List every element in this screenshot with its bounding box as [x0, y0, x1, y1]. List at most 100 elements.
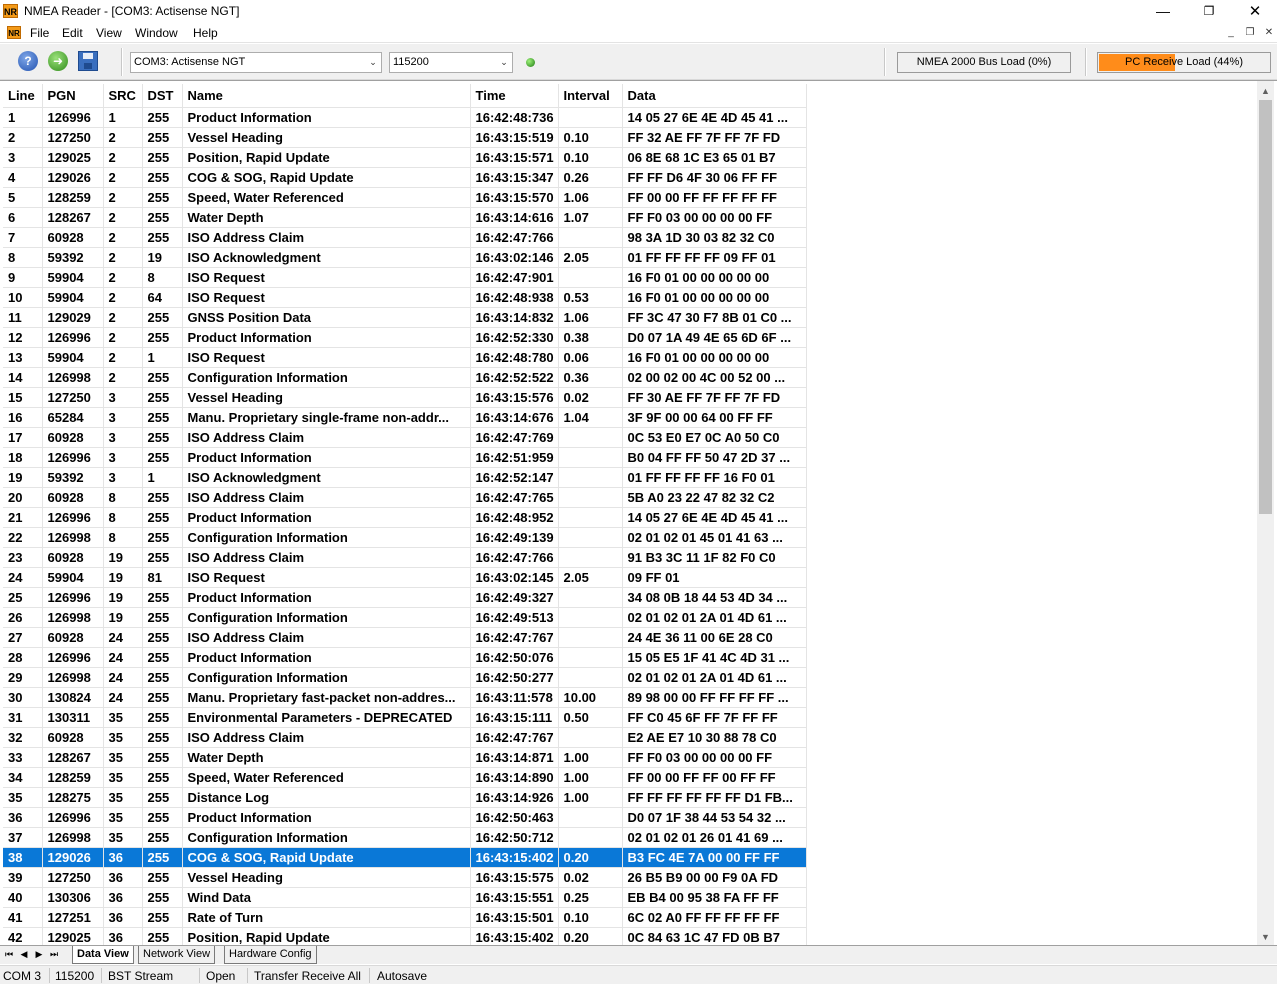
- table-row[interactable]: 6 128267 2 255 Water Depth 16:43:14:616 1.07 FF…: [3, 207, 807, 228]
- table-row[interactable]: 33 128267 35 255 Water Depth 16:43:14:871 1.00…: [3, 747, 807, 768]
- table-row[interactable]: 23 60928 19 255 ISO Address Claim 16:42:47:76…: [3, 547, 807, 568]
- table-row[interactable]: 25 126996 19 255 Product Information 16:42:49…: [3, 587, 807, 608]
- mdi-restore-button[interactable]: ❐: [1243, 26, 1257, 40]
- table-row[interactable]: 2 127250 2 255 Vessel Heading 16:43:15:519 0.1…: [3, 127, 807, 148]
- cell-pgn: 126996: [42, 647, 104, 668]
- table-row[interactable]: 14 126998 2 255 Configuration Information 16:…: [3, 367, 807, 388]
- chevron-down-icon[interactable]: ⌄: [496, 53, 512, 72]
- menu-edit[interactable]: Edit: [62, 26, 83, 40]
- cell-name: ISO Address Claim: [182, 547, 471, 568]
- next-tab-icon[interactable]: ▶: [33, 949, 45, 960]
- last-tab-icon[interactable]: ⏭: [48, 949, 60, 960]
- cell-name: Environmental Parameters - DEPRECATED: [182, 707, 471, 728]
- menu-help[interactable]: Help: [193, 26, 218, 40]
- table-row[interactable]: 9 59904 2 8 ISO Request 16:42:47:901 16 F0 01 …: [3, 267, 807, 288]
- column-header-pgn[interactable]: PGN: [42, 84, 104, 108]
- table-row[interactable]: 24 59904 19 81 ISO Request 16:43:02:145 2.05 09…: [3, 567, 807, 588]
- table-row[interactable]: 32 60928 35 255 ISO Address Claim 16:42:47:76…: [3, 727, 807, 748]
- cell-time: 16:43:15:402: [470, 927, 559, 948]
- table-row[interactable]: 17 60928 3 255 ISO Address Claim 16:42:47:769…: [3, 427, 807, 448]
- table-row[interactable]: 13 59904 2 1 ISO Request 16:42:48:780 0.06 16 F…: [3, 347, 807, 368]
- cell-interval: 1.04: [558, 407, 623, 428]
- column-header-name[interactable]: Name: [182, 84, 471, 108]
- cell-line: 19: [3, 467, 43, 488]
- cell-interval: 0.10: [558, 147, 623, 168]
- table-row[interactable]: 40 130306 36 255 Wind Data 16:43:15:551 0.25 EB…: [3, 887, 807, 908]
- cell-pgn: 126996: [42, 807, 104, 828]
- table-row[interactable]: 5 128259 2 255 Speed, Water Referenced 16:43:…: [3, 187, 807, 208]
- close-button[interactable]: ✕: [1232, 0, 1277, 23]
- table-row[interactable]: 41 127251 36 255 Rate of Turn 16:43:15:501 0.1…: [3, 907, 807, 928]
- cell-interval: 0.38: [558, 327, 623, 348]
- cell-src: 3: [103, 407, 143, 428]
- menu-view[interactable]: View: [96, 26, 122, 40]
- column-header-line[interactable]: Line: [3, 84, 43, 108]
- document-icon[interactable]: NR: [7, 26, 21, 39]
- chevron-down-icon[interactable]: ⌄: [365, 53, 381, 72]
- table-row[interactable]: 38 129026 36 255 COG & SOG, Rapid Update 16:4…: [3, 847, 807, 868]
- table-row[interactable]: 15 127250 3 255 Vessel Heading 16:43:15:576 0.…: [3, 387, 807, 408]
- table-row[interactable]: 8 59392 2 19 ISO Acknowledgment 16:43:02:146 2…: [3, 247, 807, 268]
- column-header-dst[interactable]: DST: [142, 84, 183, 108]
- scroll-up-icon[interactable]: ▲: [1257, 83, 1274, 100]
- table-row[interactable]: 37 126998 35 255 Configuration Information 16…: [3, 827, 807, 848]
- table-row[interactable]: 29 126998 24 255 Configuration Information 16…: [3, 667, 807, 688]
- table-row[interactable]: 26 126998 19 255 Configuration Information 16…: [3, 607, 807, 628]
- column-header-src[interactable]: SRC: [103, 84, 143, 108]
- table-row[interactable]: 1 126996 1 255 Product Information 16:42:48:7…: [3, 107, 807, 128]
- baud-select[interactable]: 115200 ⌄: [389, 52, 513, 73]
- table-row[interactable]: 36 126996 35 255 Product Information 16:42:50…: [3, 807, 807, 828]
- help-icon[interactable]: ?: [18, 51, 38, 71]
- table-row[interactable]: 27 60928 24 255 ISO Address Claim 16:42:47:76…: [3, 627, 807, 648]
- mdi-minimize-button[interactable]: _: [1224, 26, 1238, 40]
- cell-time: 16:42:50:712: [470, 827, 559, 848]
- table-row[interactable]: 10 59904 2 64 ISO Request 16:42:48:938 0.53 16 …: [3, 287, 807, 308]
- scroll-down-icon[interactable]: ▼: [1257, 929, 1274, 946]
- save-icon[interactable]: [78, 51, 98, 71]
- first-tab-icon[interactable]: ⏮: [3, 949, 15, 960]
- cell-line: 13: [3, 347, 43, 368]
- cell-line: 29: [3, 667, 43, 688]
- table-row[interactable]: 28 126996 24 255 Product Information 16:42:50…: [3, 647, 807, 668]
- table-row[interactable]: 39 127250 36 255 Vessel Heading 16:43:15:575 0…: [3, 867, 807, 888]
- prev-tab-icon[interactable]: ◀: [18, 949, 30, 960]
- table-row[interactable]: 31 130311 35 255 Environmental Parameters - …: [3, 707, 807, 728]
- table-row[interactable]: 21 126996 8 255 Product Information 16:42:48:…: [3, 507, 807, 528]
- tab-hardware-config[interactable]: Hardware Config: [224, 946, 317, 964]
- table-row[interactable]: 35 128275 35 255 Distance Log 16:43:14:926 1.0…: [3, 787, 807, 808]
- tab-data-view[interactable]: Data View: [72, 946, 134, 964]
- table-row[interactable]: 18 126996 3 255 Product Information 16:42:51:…: [3, 447, 807, 468]
- cell-time: 16:42:47:767: [470, 727, 559, 748]
- table-row[interactable]: 19 59392 3 1 ISO Acknowledgment 16:42:52:147 0…: [3, 467, 807, 488]
- table-row[interactable]: 20 60928 8 255 ISO Address Claim 16:42:47:765…: [3, 487, 807, 508]
- table-row[interactable]: 42 129025 36 255 Position, Rapid Update 16:43…: [3, 927, 807, 948]
- cell-src: 2: [103, 247, 143, 268]
- menu-window[interactable]: Window: [135, 26, 178, 40]
- vertical-scrollbar[interactable]: ▲ ▼: [1257, 81, 1274, 946]
- message-table: Line PGN SRC DST Name Time Interval Data 1 12699…: [3, 84, 807, 948]
- table-row[interactable]: 30 130824 24 255 Manu. Proprietary fast-pack…: [3, 687, 807, 708]
- minimize-button[interactable]: —: [1140, 0, 1186, 23]
- cell-data: FF 00 00 FF FF FF FF FF: [622, 187, 807, 208]
- connect-icon[interactable]: ➜: [48, 51, 68, 71]
- table-row[interactable]: 22 126998 8 255 Configuration Information 16:…: [3, 527, 807, 548]
- port-select[interactable]: COM3: Actisense NGT ⌄: [130, 52, 382, 73]
- maximize-button[interactable]: ❐: [1186, 0, 1232, 23]
- table-row[interactable]: 3 129025 2 255 Position, Rapid Update 16:43:1…: [3, 147, 807, 168]
- baud-select-value: 115200: [393, 56, 429, 68]
- tab-network-view[interactable]: Network View: [138, 946, 216, 964]
- mdi-close-button[interactable]: ✕: [1262, 26, 1276, 40]
- column-header-interval[interactable]: Interval: [558, 84, 623, 108]
- table-row[interactable]: 34 128259 35 255 Speed, Water Referenced 16:4…: [3, 767, 807, 788]
- cell-dst: 255: [142, 187, 183, 208]
- cell-pgn: 59904: [42, 267, 104, 288]
- column-header-time[interactable]: Time: [470, 84, 559, 108]
- menu-file[interactable]: File: [30, 26, 49, 40]
- scroll-thumb[interactable]: [1259, 100, 1272, 514]
- table-row[interactable]: 12 126996 2 255 Product Information 16:42:52:…: [3, 327, 807, 348]
- table-row[interactable]: 16 65284 3 255 Manu. Proprietary single-fram…: [3, 407, 807, 428]
- column-header-data[interactable]: Data: [622, 84, 807, 108]
- table-row[interactable]: 7 60928 2 255 ISO Address Claim 16:42:47:766 9…: [3, 227, 807, 248]
- table-row[interactable]: 4 129026 2 255 COG & SOG, Rapid Update 16:43:…: [3, 167, 807, 188]
- table-row[interactable]: 11 129029 2 255 GNSS Position Data 16:43:14:8…: [3, 307, 807, 328]
